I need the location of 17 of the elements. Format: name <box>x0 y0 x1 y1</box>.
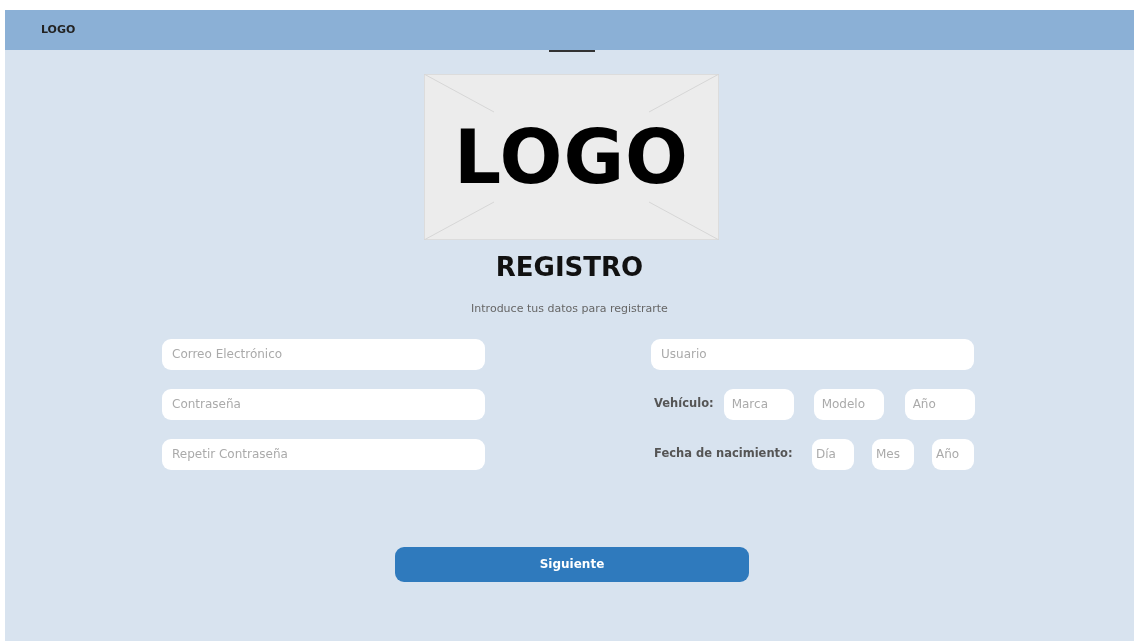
page-title: REGISTRO <box>494 251 645 284</box>
logo-text: LOGO <box>453 120 690 194</box>
page-subtitle: Introduce tus datos para registrarte <box>470 301 669 317</box>
repeat-password-field[interactable]: Repetir Contraseña <box>162 438 485 470</box>
brand-field[interactable]: Marca <box>723 388 794 420</box>
model-field[interactable]: Modelo <box>813 388 884 420</box>
month-field[interactable]: Mes <box>872 438 914 470</box>
year-field[interactable]: Año <box>932 438 974 470</box>
navbar-logo[interactable]: LOGO <box>41 21 76 39</box>
field-label: Vehículo: <box>653 395 714 413</box>
next-button[interactable]: Siguiente <box>395 546 749 582</box>
email-field[interactable]: Correo Electrónico <box>162 338 485 370</box>
username-field[interactable]: Usuario <box>651 338 974 370</box>
password-field[interactable]: Contraseña <box>162 388 485 420</box>
field-label: Fecha de nacimiento: <box>653 445 794 463</box>
day-field[interactable]: Día <box>812 438 854 470</box>
year-field[interactable]: Año <box>904 388 975 420</box>
